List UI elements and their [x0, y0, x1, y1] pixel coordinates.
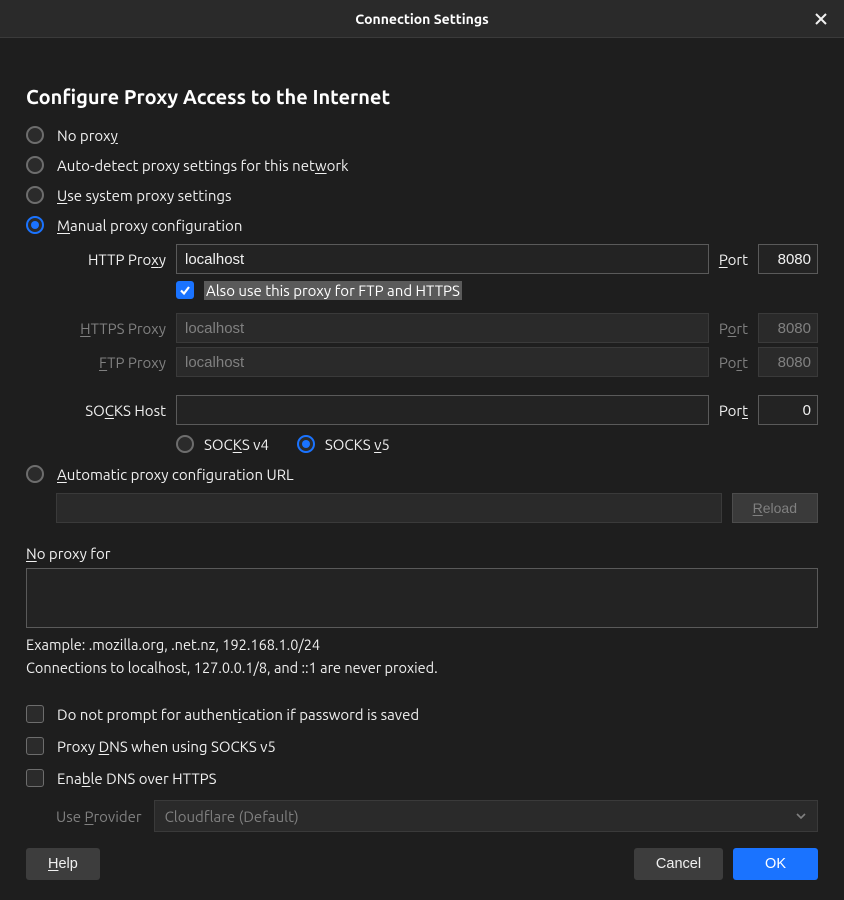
socks-host-row: SOCKS Host Port — [56, 395, 818, 425]
window-title: Connection Settings — [355, 11, 488, 27]
checkbox-label: Do not prompt for authentication if pass… — [57, 706, 419, 723]
radio-icon — [26, 156, 44, 174]
http-proxy-input[interactable] — [176, 244, 709, 274]
manual-proxy-fields: HTTP Proxy Port Also use this proxy for … — [56, 244, 818, 429]
radio-label: Manual proxy configuration — [57, 217, 242, 234]
close-icon[interactable] — [813, 11, 829, 27]
https-port-label: Port — [719, 320, 748, 337]
radio-no-proxy[interactable]: No proxy — [26, 120, 818, 150]
no-proxy-for-input[interactable] — [26, 568, 818, 628]
doh-provider-value: Cloudflare (Default) — [165, 808, 299, 825]
radio-auto-detect[interactable]: Auto-detect proxy settings for this netw… — [26, 150, 818, 180]
share-proxy-row[interactable]: Also use this proxy for FTP and HTTPS — [176, 278, 818, 309]
chevron-down-icon — [795, 810, 807, 822]
radio-system-proxy[interactable]: Use system proxy settings — [26, 180, 818, 210]
ftp-proxy-row: FTP Proxy Port — [56, 347, 818, 377]
https-proxy-input — [176, 313, 709, 343]
checkbox-label: Proxy DNS when using SOCKS v5 — [57, 738, 276, 755]
radio-label: No proxy — [57, 127, 118, 144]
radio-icon — [297, 435, 315, 453]
radio-manual-proxy[interactable]: Manual proxy configuration — [26, 210, 818, 240]
no-proxy-note: Connections to localhost, 127.0.0.1/8, a… — [26, 659, 818, 676]
radio-socks-v4[interactable]: SOCKS v4 — [176, 435, 269, 453]
checkbox-dns-over-https[interactable]: Enable DNS over HTTPS — [26, 762, 818, 794]
radio-socks-v5[interactable]: SOCKS v5 — [297, 435, 390, 453]
socks-host-input[interactable] — [176, 395, 709, 425]
http-proxy-label: HTTP Proxy — [56, 251, 166, 268]
radio-icon — [26, 186, 44, 204]
ftp-proxy-input — [176, 347, 709, 377]
ftp-port-input — [758, 347, 818, 377]
titlebar: Connection Settings — [0, 0, 844, 38]
radio-label: Auto-detect proxy settings for this netw… — [57, 157, 349, 174]
radio-label: Automatic proxy configuration URL — [57, 466, 294, 483]
doh-provider-label: Use Provider — [56, 808, 142, 825]
https-proxy-label: HTTPS Proxy — [56, 320, 166, 337]
no-proxy-example: Example: .mozilla.org, .net.nz, 192.168.… — [26, 636, 818, 653]
checkbox-proxy-dns[interactable]: Proxy DNS when using SOCKS v5 — [26, 730, 818, 762]
http-port-input[interactable] — [758, 244, 818, 274]
socks-host-label: SOCKS Host — [56, 402, 166, 419]
radio-icon — [26, 216, 44, 234]
https-proxy-row: HTTPS Proxy Port — [56, 313, 818, 343]
share-proxy-label: Also use this proxy for FTP and HTTPS — [204, 282, 462, 299]
ftp-proxy-label: FTP Proxy — [56, 354, 166, 371]
radio-icon — [26, 465, 44, 483]
share-proxy-checkbox — [176, 281, 194, 299]
radio-icon — [176, 435, 194, 453]
options-group: Do not prompt for authentication if pass… — [26, 698, 818, 832]
radio-label: Use system proxy settings — [57, 187, 232, 204]
ok-button[interactable]: OK — [733, 848, 818, 880]
checkbox-label: Enable DNS over HTTPS — [57, 770, 217, 787]
radio-auto-config-url[interactable]: Automatic proxy configuration URL — [26, 459, 818, 489]
checkbox-icon — [26, 737, 44, 755]
http-proxy-row: HTTP Proxy Port — [56, 244, 818, 274]
radio-label: SOCKS v4 — [204, 436, 269, 453]
socks-version-row: SOCKS v4 SOCKS v5 — [176, 429, 818, 459]
dialog-content: Configure Proxy Access to the Internet N… — [0, 38, 844, 900]
doh-provider-row: Use Provider Cloudflare (Default) — [56, 800, 818, 832]
socks-port-input[interactable] — [758, 395, 818, 425]
checkbox-icon — [26, 769, 44, 787]
dialog-footer: Help Cancel OK — [26, 848, 818, 880]
socks-port-label: Port — [719, 402, 748, 419]
auto-config-url-input — [56, 493, 722, 523]
cancel-button[interactable]: Cancel — [634, 848, 723, 880]
doh-provider-select: Cloudflare (Default) — [154, 800, 818, 832]
checkbox-no-auth-prompt[interactable]: Do not prompt for authentication if pass… — [26, 698, 818, 730]
radio-icon — [26, 126, 44, 144]
radio-label: SOCKS v5 — [325, 436, 390, 453]
help-button[interactable]: Help — [26, 848, 100, 880]
http-port-label: Port — [719, 251, 748, 268]
reload-button: Reload — [732, 493, 818, 523]
https-port-input — [758, 313, 818, 343]
auto-config-url-row: Reload — [56, 493, 818, 523]
ftp-port-label: Port — [719, 354, 748, 371]
section-title: Configure Proxy Access to the Internet — [26, 85, 818, 108]
checkbox-icon — [26, 705, 44, 723]
no-proxy-for-label: No proxy for — [26, 545, 818, 562]
